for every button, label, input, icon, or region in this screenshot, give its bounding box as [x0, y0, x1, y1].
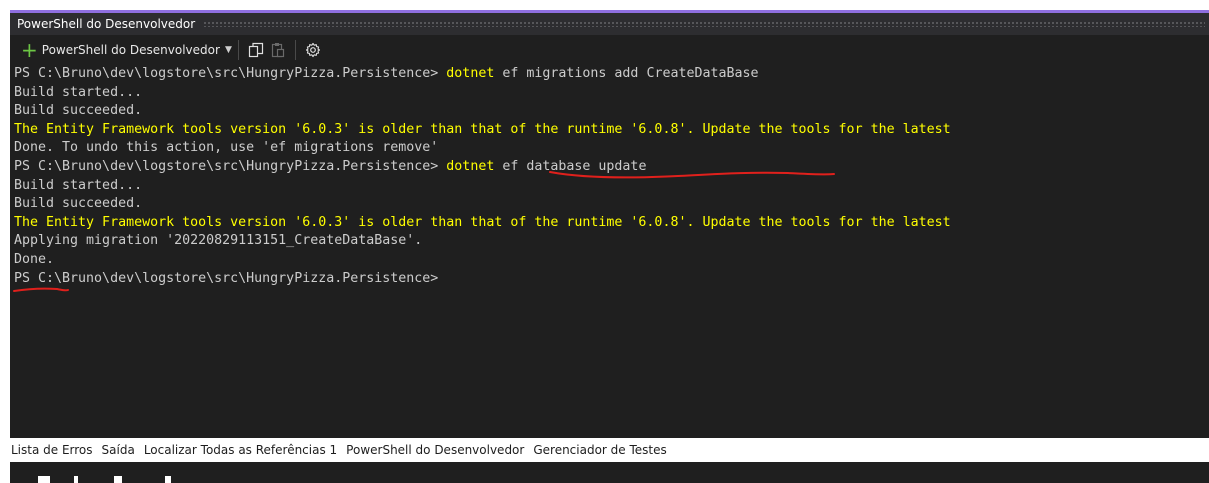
prompt: PS C:\Bruno\dev\logstore\src\HungryPizza… [14, 158, 447, 174]
console-line: PS C:\Bruno\dev\logstore\src\HungryPizza… [10, 65, 1209, 84]
command-keyword: dotnet [446, 158, 495, 174]
console-line: Build started... [14, 177, 143, 193]
tab-output[interactable]: Saída [101, 443, 140, 457]
status-segment [74, 476, 78, 483]
settings-button[interactable] [302, 39, 324, 61]
console-line: Build succeeded. [14, 103, 143, 119]
terminal-toolbar: + PowerShell do Desenvolvedor ▼ [10, 35, 1209, 65]
status-segment [165, 476, 171, 483]
console-line: Build succeeded. [14, 196, 143, 212]
console-line: Done. To undo this action, use 'ef migra… [14, 140, 439, 156]
panel-title-bar[interactable]: PowerShell do Desenvolvedor [10, 13, 1209, 35]
paste-button[interactable] [267, 39, 289, 61]
new-terminal-label: PowerShell do Desenvolvedor [41, 43, 220, 57]
warning-line: The Entity Framework tools version '6.0.… [14, 214, 951, 230]
status-segment [38, 476, 50, 483]
tab-developer-powershell[interactable]: PowerShell do Desenvolvedor [345, 443, 529, 457]
bottom-tool-tabs: Lista de Erros Saída Localizar Todas as … [10, 438, 1209, 462]
paste-icon [271, 43, 284, 58]
console-line: PS C:\Bruno\dev\logstore\src\HungryPizza… [14, 270, 439, 286]
gear-icon [305, 42, 320, 58]
title-drag-grip[interactable] [203, 21, 1205, 27]
toolbar-separator [237, 40, 239, 60]
tab-error-list[interactable]: Lista de Erros [10, 443, 98, 457]
console-line: Done. [14, 251, 55, 267]
copy-icon [248, 42, 263, 58]
console-line: PS C:\Bruno\dev\logstore\src\HungryPizza… [10, 158, 1209, 177]
chevron-down-icon[interactable]: ▼ [225, 45, 232, 55]
status-segment [114, 476, 122, 483]
developer-powershell-panel: PowerShell do Desenvolvedor + PowerShell… [10, 10, 1209, 483]
command-args: ef database update [494, 158, 647, 174]
console-line: Applying migration '20220829113151_Creat… [14, 233, 423, 249]
panel-title: PowerShell do Desenvolvedor [17, 17, 196, 31]
new-terminal-button[interactable]: + PowerShell do Desenvolvedor ▼ [21, 40, 232, 60]
console-line: Build started... [14, 84, 143, 100]
plus-icon: + [21, 38, 38, 62]
tab-find-all-references[interactable]: Localizar Todas as Referências 1 [143, 443, 342, 457]
command-args: ef migrations add CreateDataBase [494, 66, 759, 81]
copy-button[interactable] [245, 39, 267, 61]
prompt: PS C:\Bruno\dev\logstore\src\HungryPizza… [14, 66, 447, 81]
toolbar-separator [294, 40, 296, 60]
command-keyword: dotnet [446, 66, 495, 81]
status-bar [10, 462, 1209, 483]
warning-line: The Entity Framework tools version '6.0.… [14, 121, 951, 137]
terminal-console[interactable]: PS C:\Bruno\dev\logstore\src\HungryPizza… [10, 65, 1209, 433]
tab-test-explorer[interactable]: Gerenciador de Testes [532, 443, 671, 457]
